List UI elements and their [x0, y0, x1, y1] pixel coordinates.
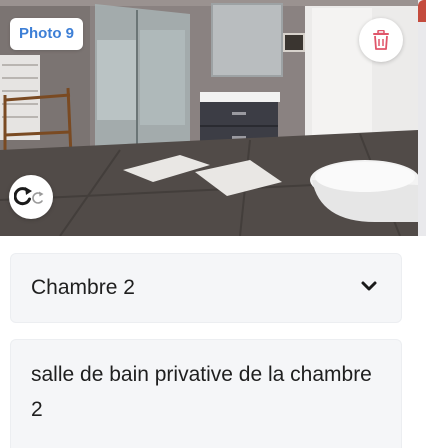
chevron-down-icon — [361, 281, 377, 291]
photo-number-badge: Photo 9 — [10, 18, 83, 50]
room-select-value: Chambre 2 — [31, 276, 135, 299]
next-photo-corner — [418, 0, 426, 22]
photo-card: Photo 9 Chambre 2 salle de bain privativ… — [0, 0, 426, 448]
rotate-icon — [14, 187, 44, 206]
delete-photo-button[interactable] — [359, 18, 403, 62]
next-photo-edge — [418, 0, 426, 236]
rotate-photo-button[interactable] — [9, 175, 53, 219]
trash-icon — [373, 30, 389, 50]
room-photo[interactable]: Photo 9 — [0, 0, 418, 236]
photo-description-field[interactable]: salle de bain privative de la chambre 2 — [10, 339, 402, 448]
room-select[interactable]: Chambre 2 — [10, 253, 402, 323]
